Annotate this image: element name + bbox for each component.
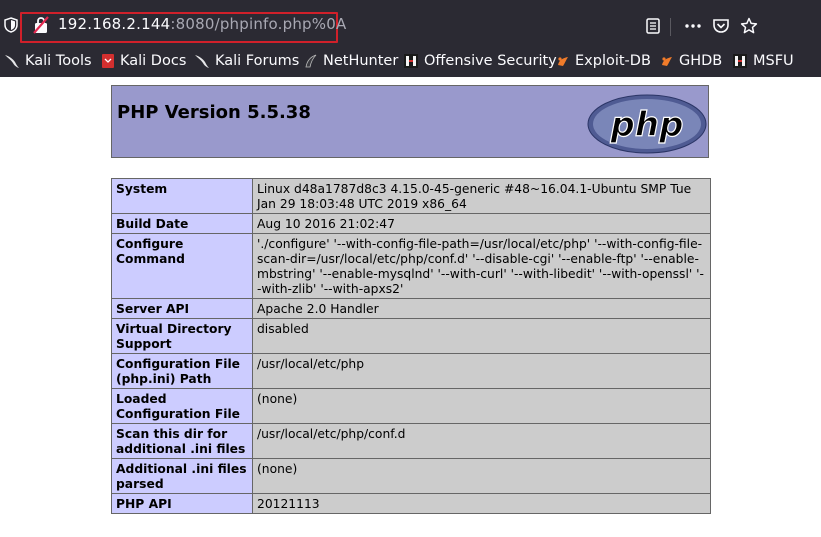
bookmark-label: GHDB xyxy=(679,53,723,69)
php-version-header: PHP Version 5.5.38 php xyxy=(111,85,709,158)
browser-chrome: 192.168.2.144:8080/phpinfo.php%0A Kali T… xyxy=(0,0,821,77)
kali-docs-icon xyxy=(102,54,114,68)
row-key: Scan this dir for additional .ini files xyxy=(111,423,253,459)
bookmark-label: Kali Tools xyxy=(25,53,92,69)
url-path: :8080/phpinfo.php%0A xyxy=(170,15,347,33)
reader-view-icon[interactable] xyxy=(644,17,662,35)
row-value: Linux d48a1787d8c3 4.15.0-45-generic #48… xyxy=(252,178,711,214)
row-value: disabled xyxy=(252,318,711,354)
bookmark-ghdb[interactable]: GHDB xyxy=(660,47,722,75)
bookmark-kali-forums[interactable]: Kali Forums xyxy=(194,47,299,75)
tracking-protection-shield-icon[interactable] xyxy=(4,17,18,33)
row-value: Apache 2.0 Handler xyxy=(252,298,711,319)
row-key: Additional .ini files parsed xyxy=(111,458,253,494)
row-value: 20121113 xyxy=(252,493,711,514)
row-key: Configuration File (php.ini) Path xyxy=(111,353,253,389)
table-row: Virtual Directory Support disabled xyxy=(111,318,711,354)
table-row: Build Date Aug 10 2016 21:02:47 xyxy=(111,213,711,234)
table-row: System Linux d48a1787d8c3 4.15.0-45-gene… xyxy=(111,178,711,214)
row-key: Server API xyxy=(111,298,253,319)
bookmark-exploit-db[interactable]: Exploit-DB xyxy=(556,47,651,75)
bookmark-offensive-security[interactable]: Offensive Security xyxy=(403,47,557,75)
offsec-icon xyxy=(733,54,747,68)
pocket-icon[interactable] xyxy=(712,17,730,35)
php-logo[interactable]: php xyxy=(586,93,708,155)
toolbar-separator xyxy=(670,18,671,36)
bookmark-msfu[interactable]: MSFU xyxy=(732,47,794,75)
php-logo-text: php xyxy=(610,105,684,145)
table-row: Scan this dir for additional .ini files … xyxy=(111,423,711,459)
bookmark-label: Kali Docs xyxy=(120,53,187,69)
table-row: Server API Apache 2.0 Handler xyxy=(111,298,711,319)
exploitdb-icon xyxy=(662,57,672,66)
row-value: (none) xyxy=(252,388,711,424)
kali-dragon-icon xyxy=(195,55,209,68)
php-info-table: System Linux d48a1787d8c3 4.15.0-45-gene… xyxy=(111,178,711,514)
page-title: PHP Version 5.5.38 xyxy=(117,102,311,123)
row-value: './configure' '--with-config-file-path=/… xyxy=(252,233,711,299)
bookmark-kali-tools[interactable]: Kali Tools xyxy=(4,47,92,75)
table-row: Loaded Configuration File (none) xyxy=(111,388,711,424)
url-bar[interactable]: 192.168.2.144:8080/phpinfo.php%0A xyxy=(0,4,821,46)
row-key: PHP API xyxy=(111,493,253,514)
bookmark-label: Offensive Security xyxy=(424,53,557,69)
row-value: (none) xyxy=(252,458,711,494)
row-key: Loaded Configuration File xyxy=(111,388,253,424)
row-value: /usr/local/etc/php xyxy=(252,353,711,389)
bookmark-label: MSFU xyxy=(753,53,794,69)
bookmark-label: Exploit-DB xyxy=(575,53,651,69)
kali-dragon-icon xyxy=(5,55,19,68)
row-key: System xyxy=(111,178,253,214)
url-text[interactable]: 192.168.2.144:8080/phpinfo.php%0A xyxy=(58,15,346,33)
bookmark-label: NetHunter xyxy=(323,53,399,69)
table-row: Configuration File (php.ini) Path /usr/l… xyxy=(111,353,711,389)
row-value: Aug 10 2016 21:02:47 xyxy=(252,213,711,234)
row-value: /usr/local/etc/php/conf.d xyxy=(252,423,711,459)
page-actions-menu-icon[interactable] xyxy=(684,17,702,35)
bookmark-nethunter[interactable]: NetHunter xyxy=(304,47,398,75)
bookmark-star-icon[interactable] xyxy=(740,17,758,35)
table-row: PHP API 20121113 xyxy=(111,493,711,514)
url-host: 192.168.2.144 xyxy=(58,15,171,33)
row-key: Configure Command xyxy=(111,233,253,299)
bookmark-kali-docs[interactable]: Kali Docs xyxy=(101,47,186,75)
table-row: Configure Command './configure' '--with-… xyxy=(111,233,711,299)
row-key: Build Date xyxy=(111,213,253,234)
insecure-lock-icon[interactable] xyxy=(33,16,49,34)
table-row: Additional .ini files parsed (none) xyxy=(111,458,711,494)
bookmarks-toolbar: Kali Tools Kali Docs Kali Forums NetHunt… xyxy=(0,47,821,75)
bookmark-label: Kali Forums xyxy=(215,53,300,69)
phpinfo-page: PHP Version 5.5.38 php System Linux d48a… xyxy=(0,77,821,537)
offsec-icon xyxy=(404,54,418,68)
row-key: Virtual Directory Support xyxy=(111,318,253,354)
exploitdb-icon xyxy=(558,57,568,66)
nethunter-icon xyxy=(305,54,317,68)
